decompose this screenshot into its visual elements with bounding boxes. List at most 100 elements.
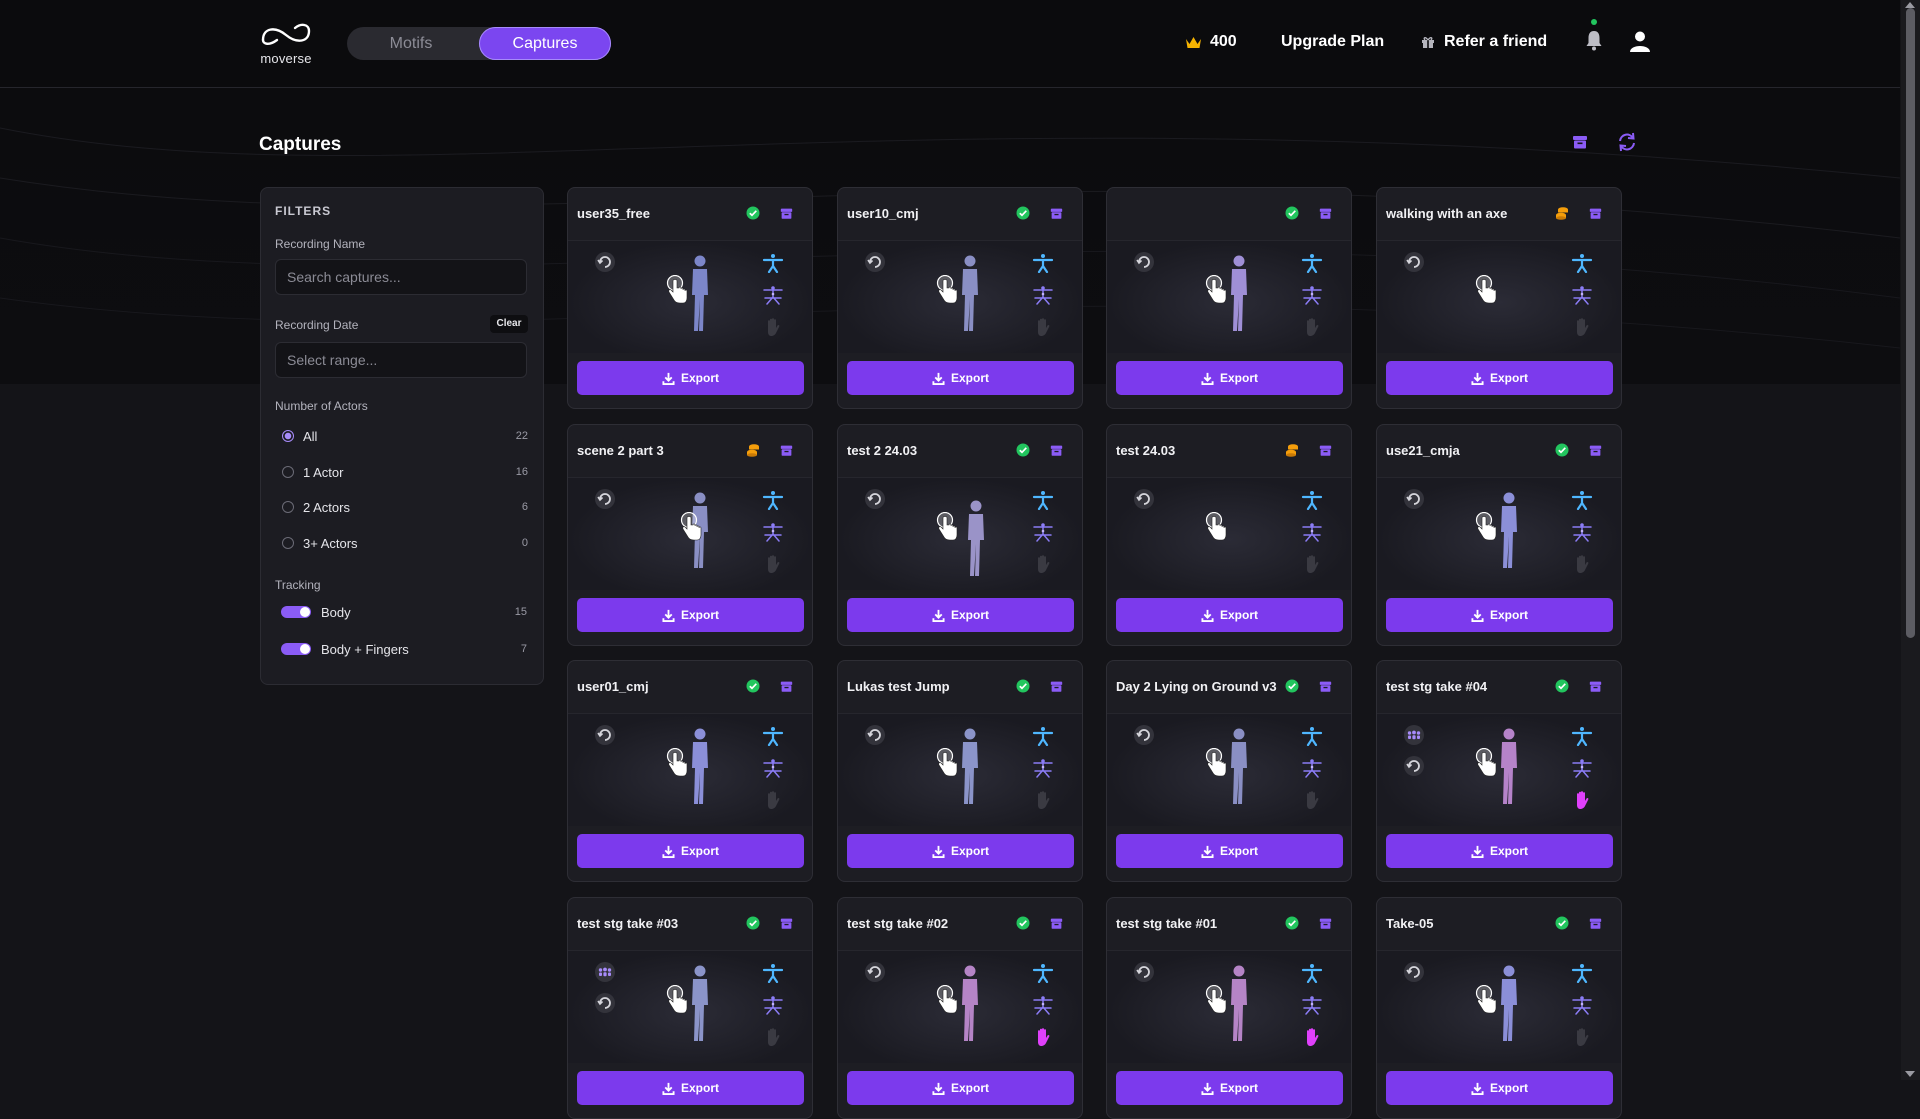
rotate-view-icon[interactable] xyxy=(1133,488,1155,510)
capture-preview[interactable] xyxy=(1377,477,1621,590)
capture-card[interactable]: user35_free Export xyxy=(567,187,813,409)
body-tracking-button[interactable] xyxy=(1571,726,1593,751)
rotate-button[interactable] xyxy=(1133,488,1155,515)
body-tracking-icon[interactable] xyxy=(1032,963,1054,984)
body-tracking-button[interactable] xyxy=(1571,963,1593,988)
rotate-view-icon[interactable] xyxy=(1133,961,1155,983)
hand-tracking-button[interactable] xyxy=(764,790,782,815)
capture-card[interactable]: test stg take #04 Export xyxy=(1376,660,1622,882)
multi-actor-icon[interactable] xyxy=(594,961,616,983)
body-tracking-button[interactable] xyxy=(762,963,784,988)
export-button[interactable]: Export xyxy=(847,598,1074,632)
actors-option-3plus[interactable]: 3+ Actors 0 xyxy=(282,533,528,553)
skeleton-button[interactable] xyxy=(1032,995,1054,1020)
capture-preview[interactable] xyxy=(838,950,1082,1063)
bell-icon[interactable] xyxy=(1585,29,1603,51)
body-tracking-button[interactable] xyxy=(1032,963,1054,988)
date-range-input[interactable] xyxy=(275,342,527,378)
skeleton-icon[interactable] xyxy=(1301,522,1323,542)
body-tracking-icon[interactable] xyxy=(1301,490,1323,511)
hand-tracking-icon[interactable] xyxy=(764,1027,782,1047)
upgrade-plan-link[interactable]: Upgrade Plan xyxy=(1281,33,1384,51)
capture-preview[interactable] xyxy=(838,713,1082,826)
hand-tracking-icon[interactable] xyxy=(1034,790,1052,810)
rotate-button[interactable] xyxy=(594,724,616,751)
export-button[interactable]: Export xyxy=(577,598,804,632)
hand-tracking-button[interactable] xyxy=(1034,554,1052,579)
hand-tracking-icon[interactable] xyxy=(1303,317,1321,337)
user-icon[interactable] xyxy=(1629,30,1651,52)
hand-tracking-icon[interactable] xyxy=(1034,1027,1052,1047)
hand-tracking-icon[interactable] xyxy=(1573,790,1591,810)
archive-button[interactable] xyxy=(1319,917,1332,935)
actors-option-1[interactable]: 1 Actor 16 xyxy=(282,462,528,482)
hand-tracking-button[interactable] xyxy=(1303,790,1321,815)
body-tracking-icon[interactable] xyxy=(1571,253,1593,274)
skeleton-button[interactable] xyxy=(1571,522,1593,547)
capture-card[interactable]: Day 2 Lying on Ground v3 Export xyxy=(1106,660,1352,882)
rotate-button[interactable] xyxy=(1133,724,1155,751)
rotate-button[interactable] xyxy=(864,724,886,751)
skeleton-button[interactable] xyxy=(762,995,784,1020)
skeleton-icon[interactable] xyxy=(1301,995,1323,1015)
hand-tracking-icon[interactable] xyxy=(764,554,782,574)
body-tracking-button[interactable] xyxy=(762,253,784,278)
archive-icon[interactable] xyxy=(1589,680,1602,693)
rotate-view-icon[interactable] xyxy=(594,724,616,746)
export-button[interactable]: Export xyxy=(1386,834,1613,868)
skeleton-button[interactable] xyxy=(1301,758,1323,783)
export-button[interactable]: Export xyxy=(1386,1071,1613,1105)
capture-preview[interactable] xyxy=(1377,713,1621,826)
capture-preview[interactable] xyxy=(1107,477,1351,590)
actors-option-2[interactable]: 2 Actors 6 xyxy=(282,497,528,517)
body-tracking-button[interactable] xyxy=(1571,253,1593,278)
hand-tracking-button[interactable] xyxy=(1573,790,1591,815)
capture-preview[interactable] xyxy=(1377,950,1621,1063)
archive-button[interactable] xyxy=(1589,917,1602,935)
archive-button[interactable] xyxy=(1589,444,1602,462)
archive-icon[interactable] xyxy=(780,917,793,930)
body-tracking-icon[interactable] xyxy=(1032,726,1054,747)
skeleton-icon[interactable] xyxy=(1032,285,1054,305)
export-button[interactable]: Export xyxy=(577,834,804,868)
capture-card[interactable]: user01_cmj Export xyxy=(567,660,813,882)
body-tracking-icon[interactable] xyxy=(1571,490,1593,511)
hand-tracking-icon[interactable] xyxy=(764,317,782,337)
rotate-button[interactable] xyxy=(594,488,616,515)
capture-preview[interactable] xyxy=(568,240,812,353)
body-tracking-button[interactable] xyxy=(762,490,784,515)
rotate-view-icon[interactable] xyxy=(594,992,616,1014)
archive-button[interactable] xyxy=(780,444,793,462)
archive-icon[interactable] xyxy=(1589,207,1602,220)
capture-card[interactable]: test stg take #03 Export xyxy=(567,897,813,1119)
archive-icon[interactable] xyxy=(1572,134,1588,150)
capture-preview[interactable] xyxy=(568,713,812,826)
skeleton-icon[interactable] xyxy=(762,995,784,1015)
hand-tracking-button[interactable] xyxy=(1573,1027,1591,1052)
rotate-button[interactable] xyxy=(864,961,886,988)
skeleton-button[interactable] xyxy=(1032,285,1054,310)
refresh-icon[interactable] xyxy=(1616,131,1638,153)
body-tracking-button[interactable] xyxy=(1301,726,1323,751)
skeleton-icon[interactable] xyxy=(1571,522,1593,542)
hand-tracking-button[interactable] xyxy=(764,554,782,579)
search-captures-input[interactable] xyxy=(275,259,527,295)
hand-tracking-button[interactable] xyxy=(1034,317,1052,342)
archive-icon[interactable] xyxy=(780,444,793,457)
hand-tracking-button[interactable] xyxy=(1573,317,1591,342)
capture-card[interactable]: walking with an axe Export xyxy=(1376,187,1622,409)
archive-button[interactable] xyxy=(1050,207,1063,225)
rotate-button[interactable] xyxy=(594,251,616,278)
export-button[interactable]: Export xyxy=(847,1071,1074,1105)
archive-icon[interactable] xyxy=(1050,207,1063,220)
skeleton-button[interactable] xyxy=(1301,285,1323,310)
skeleton-button[interactable] xyxy=(1571,758,1593,783)
archive-button[interactable] xyxy=(780,680,793,698)
hand-tracking-icon[interactable] xyxy=(1303,790,1321,810)
hand-tracking-icon[interactable] xyxy=(1034,554,1052,574)
capture-card[interactable]: Take-05 Export xyxy=(1376,897,1622,1119)
hand-tracking-button[interactable] xyxy=(1034,1027,1052,1052)
body-tracking-button[interactable] xyxy=(1032,253,1054,278)
body-tracking-icon[interactable] xyxy=(762,253,784,274)
hand-tracking-button[interactable] xyxy=(764,317,782,342)
